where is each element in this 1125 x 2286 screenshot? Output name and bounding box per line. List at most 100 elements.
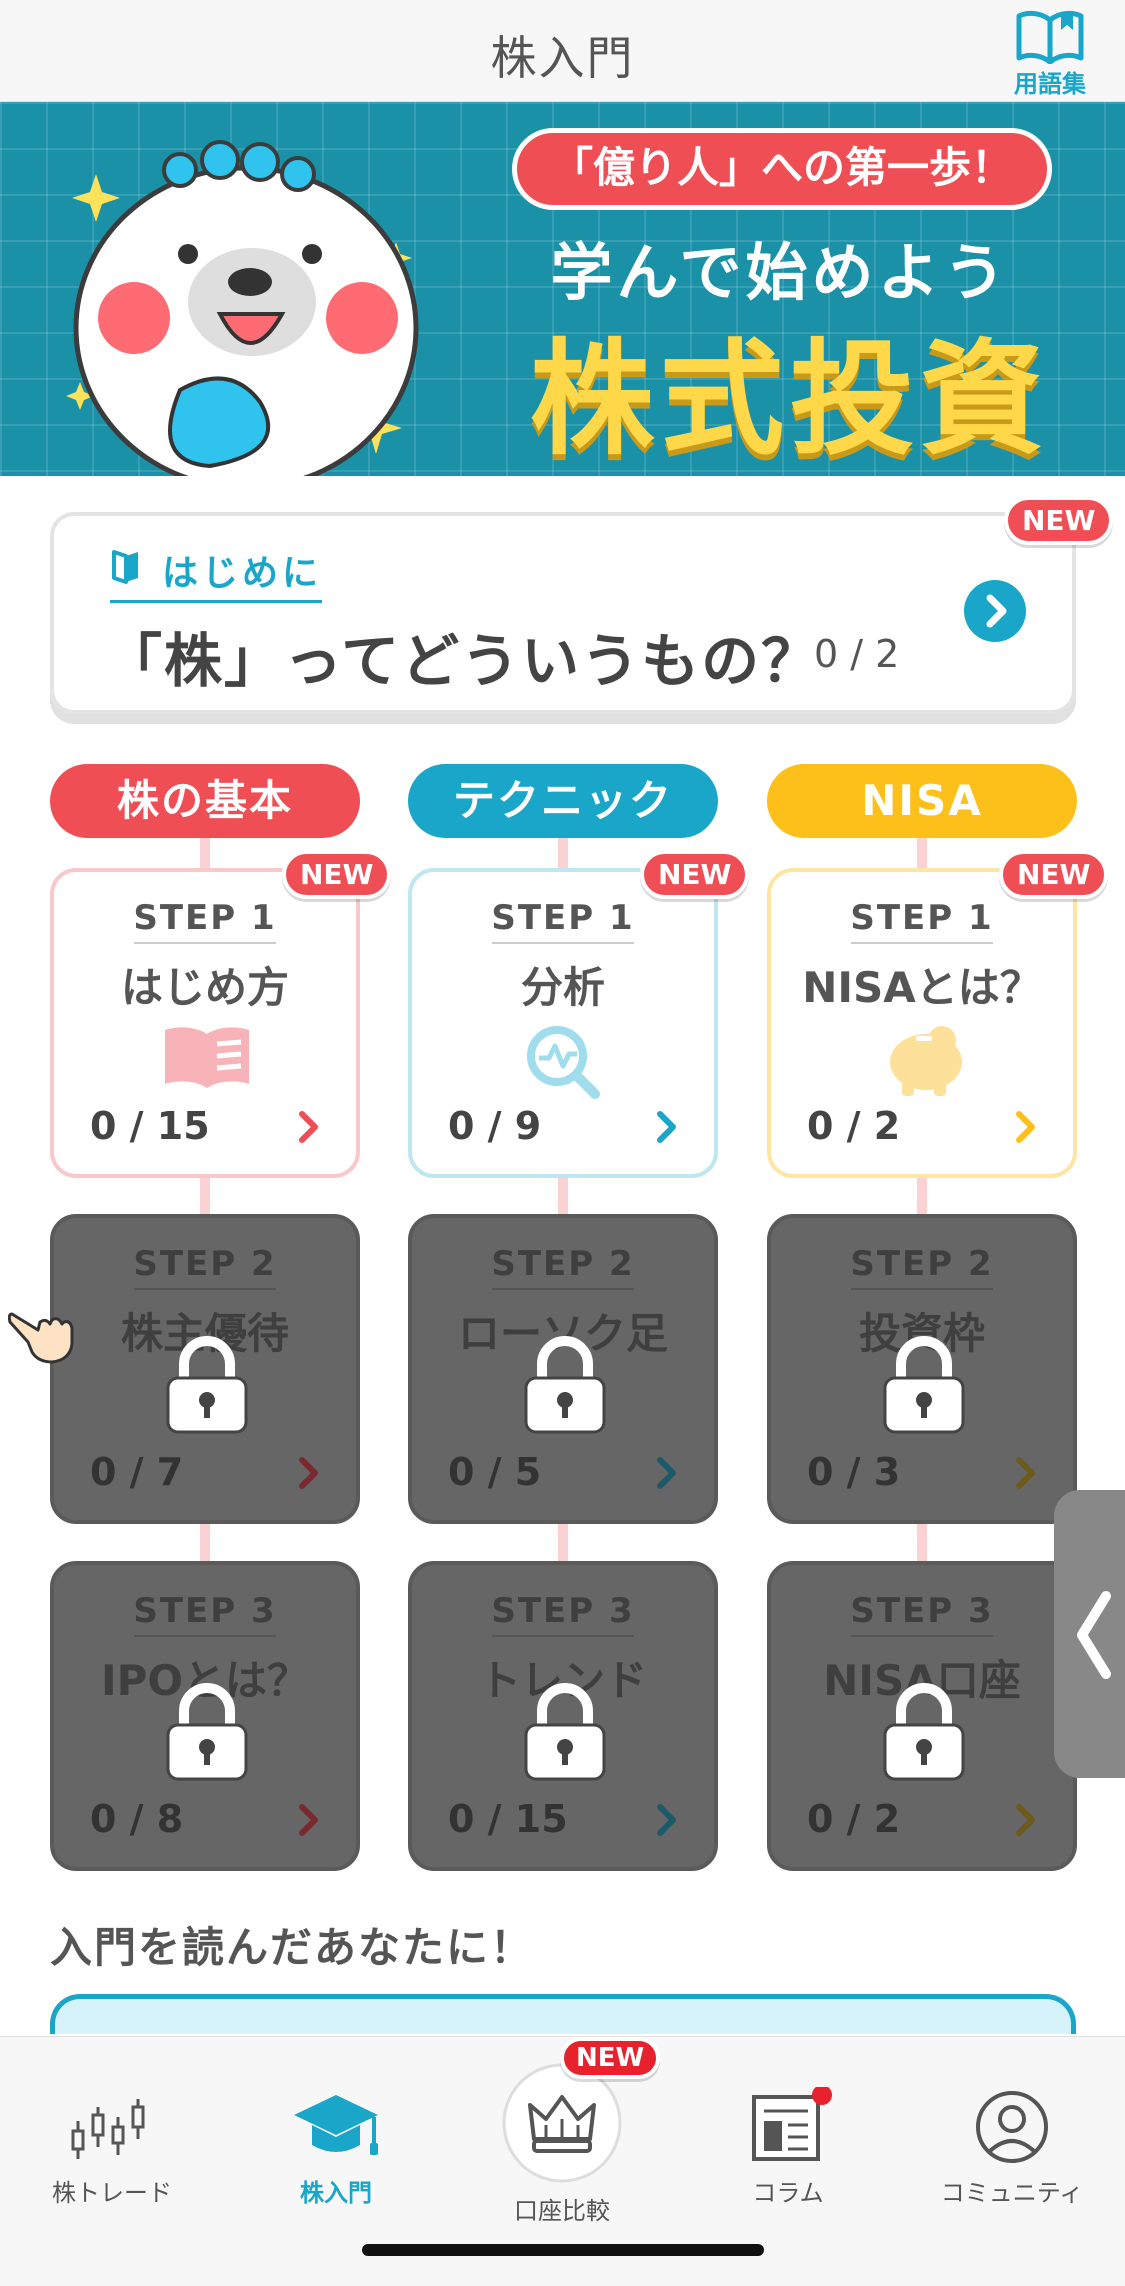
crown-icon bbox=[502, 2063, 622, 2183]
lock-icon bbox=[883, 1683, 965, 1781]
step-card-technique-2[interactable]: STEP 2 ローソク足 0 / 5 bbox=[408, 1214, 718, 1524]
side-drawer-tab[interactable] bbox=[1054, 1490, 1125, 1778]
step-card-nisa-2[interactable]: STEP 2 投資枠 0 / 3 bbox=[767, 1214, 1077, 1524]
chevron-right-icon bbox=[1016, 1111, 1035, 1143]
pointer-hand-icon bbox=[8, 1312, 74, 1364]
new-badge: NEW bbox=[999, 850, 1109, 899]
step-progress: 0 / 8 bbox=[90, 1797, 184, 1841]
step-card-nisa-1[interactable]: STEP 1 NISAとは？ 0 / 2 bbox=[767, 868, 1077, 1178]
nav-stock-trade[interactable]: 株トレード bbox=[12, 2087, 212, 2208]
recommend-title: 入門を読んだあなたに！ bbox=[50, 1923, 535, 1972]
chevron-right-icon bbox=[299, 1111, 318, 1143]
hero-banner[interactable]: 「億り人」への第一歩！ 学んで始めよう 株式投資 bbox=[0, 102, 1125, 476]
glossary-button[interactable]: 用語集 bbox=[1009, 10, 1091, 98]
step-progress: 0 / 7 bbox=[90, 1450, 184, 1494]
step-label: STEP 3 bbox=[850, 1591, 994, 1631]
category-basic[interactable]: 株の基本 bbox=[50, 764, 360, 838]
new-badge: NEW bbox=[282, 850, 392, 899]
lock-icon bbox=[166, 1683, 248, 1781]
nav-label: 株トレード bbox=[52, 2179, 172, 2207]
step-label: STEP 1 bbox=[133, 898, 277, 938]
nav-column[interactable]: コラム bbox=[688, 2085, 888, 2208]
step-label: STEP 2 bbox=[850, 1244, 994, 1284]
banner-main-title: 株式投資 bbox=[529, 328, 1050, 472]
divider bbox=[851, 942, 993, 944]
step-label: STEP 2 bbox=[491, 1244, 635, 1284]
candlestick-icon bbox=[71, 2099, 145, 2159]
glossary-label: 用語集 bbox=[1014, 70, 1086, 98]
step-label: STEP 2 bbox=[133, 1244, 277, 1284]
chevron-right-icon bbox=[657, 1111, 676, 1143]
step-progress: 0 / 2 bbox=[807, 1104, 901, 1148]
column-icon bbox=[752, 2085, 832, 2161]
divider bbox=[492, 1288, 634, 1290]
lock-icon bbox=[524, 1683, 606, 1781]
chevron-left-icon bbox=[1077, 1591, 1111, 1679]
step-progress: 0 / 3 bbox=[807, 1450, 901, 1494]
lock-icon bbox=[883, 1336, 965, 1434]
step-label: STEP 1 bbox=[850, 898, 994, 938]
step-progress: 0 / 9 bbox=[448, 1104, 542, 1148]
recommend-banner[interactable] bbox=[50, 1994, 1076, 2034]
divider bbox=[492, 942, 634, 944]
book-icon bbox=[1016, 10, 1084, 64]
divider bbox=[851, 1635, 993, 1637]
piggy-bank-icon bbox=[890, 1026, 962, 1096]
step-title: NISAとは？ bbox=[802, 963, 1042, 1012]
lock-icon bbox=[166, 1336, 248, 1434]
nav-label: コミュニティ bbox=[940, 2179, 1084, 2207]
community-icon bbox=[976, 2091, 1048, 2163]
step-label: STEP 3 bbox=[491, 1591, 635, 1631]
nav-label: コラム bbox=[752, 2179, 824, 2207]
step-card-nisa-3[interactable]: STEP 3 NISA口座 0 / 2 bbox=[767, 1561, 1077, 1871]
chevron-right-icon bbox=[299, 1457, 318, 1489]
chevron-right-icon bbox=[1016, 1804, 1035, 1836]
divider bbox=[134, 942, 276, 944]
new-badge: NEW bbox=[640, 850, 750, 899]
page-title: 株入門 bbox=[490, 31, 635, 85]
intro-arrow-button[interactable] bbox=[964, 580, 1026, 642]
intro-card[interactable]: はじめに 「株」ってどういうもの？ 0 / 2 bbox=[50, 512, 1076, 714]
divider bbox=[492, 1635, 634, 1637]
step-card-basic-1[interactable]: STEP 1 はじめ方 0 / 15 bbox=[50, 868, 360, 1178]
nav-label: 株入門 bbox=[300, 2179, 372, 2207]
step-card-basic-2[interactable]: STEP 2 株主優待 0 / 7 bbox=[50, 1214, 360, 1524]
home-indicator[interactable] bbox=[362, 2244, 764, 2256]
nav-stock-intro[interactable]: 株入門 bbox=[236, 2087, 436, 2208]
step-progress: 0 / 2 bbox=[807, 1797, 901, 1841]
intro-tag: はじめに bbox=[110, 544, 323, 603]
seal-mascot-illustration bbox=[66, 140, 419, 476]
step-card-basic-3[interactable]: STEP 3 IPOとは？ 0 / 8 bbox=[50, 1561, 360, 1871]
step-progress: 0 / 15 bbox=[90, 1104, 210, 1148]
intro-tag-label: はじめに bbox=[162, 553, 323, 594]
banner-pill: 「億り人」への第一歩！ bbox=[512, 128, 1052, 210]
intro-headline: 「株」ってどういうもの？ bbox=[104, 627, 822, 695]
chevron-right-icon bbox=[657, 1457, 676, 1489]
open-book-icon bbox=[165, 1027, 249, 1088]
screen: 株入門 用語集 「億り人」への第一歩！ 学んで始めよう 株式投資 はじめに 「株… bbox=[0, 0, 1125, 2286]
category-technique[interactable]: テクニック bbox=[408, 764, 718, 838]
book-icon bbox=[112, 550, 138, 584]
category-nisa[interactable]: NISA bbox=[767, 764, 1077, 838]
step-title: 分析 bbox=[520, 963, 605, 1012]
chevron-right-icon bbox=[299, 1804, 318, 1836]
step-label: STEP 1 bbox=[491, 898, 635, 938]
intro-progress: 0 / 2 bbox=[814, 632, 900, 676]
new-badge: NEW bbox=[1004, 496, 1114, 545]
chevron-right-icon bbox=[657, 1804, 676, 1836]
lock-icon bbox=[524, 1336, 606, 1434]
step-card-technique-3[interactable]: STEP 3 トレンド 0 / 15 bbox=[408, 1561, 718, 1871]
step-card-technique-1[interactable]: STEP 1 分析 0 / 9 bbox=[408, 868, 718, 1178]
graduation-cap-icon bbox=[294, 2095, 378, 2155]
divider bbox=[851, 1288, 993, 1290]
step-title: はじめ方 bbox=[120, 963, 289, 1012]
step-progress: 0 / 15 bbox=[448, 1797, 568, 1841]
nav-account-compare[interactable]: 口座比較 bbox=[462, 2061, 662, 2226]
divider bbox=[134, 1635, 276, 1637]
analysis-magnifier-icon bbox=[527, 1026, 600, 1099]
nav-label: 口座比較 bbox=[514, 2197, 610, 2225]
chevron-right-icon bbox=[1016, 1457, 1035, 1489]
top-header: 株入門 用語集 bbox=[0, 0, 1125, 102]
step-label: STEP 3 bbox=[133, 1591, 277, 1631]
nav-community[interactable]: コミュニティ bbox=[912, 2087, 1112, 2208]
